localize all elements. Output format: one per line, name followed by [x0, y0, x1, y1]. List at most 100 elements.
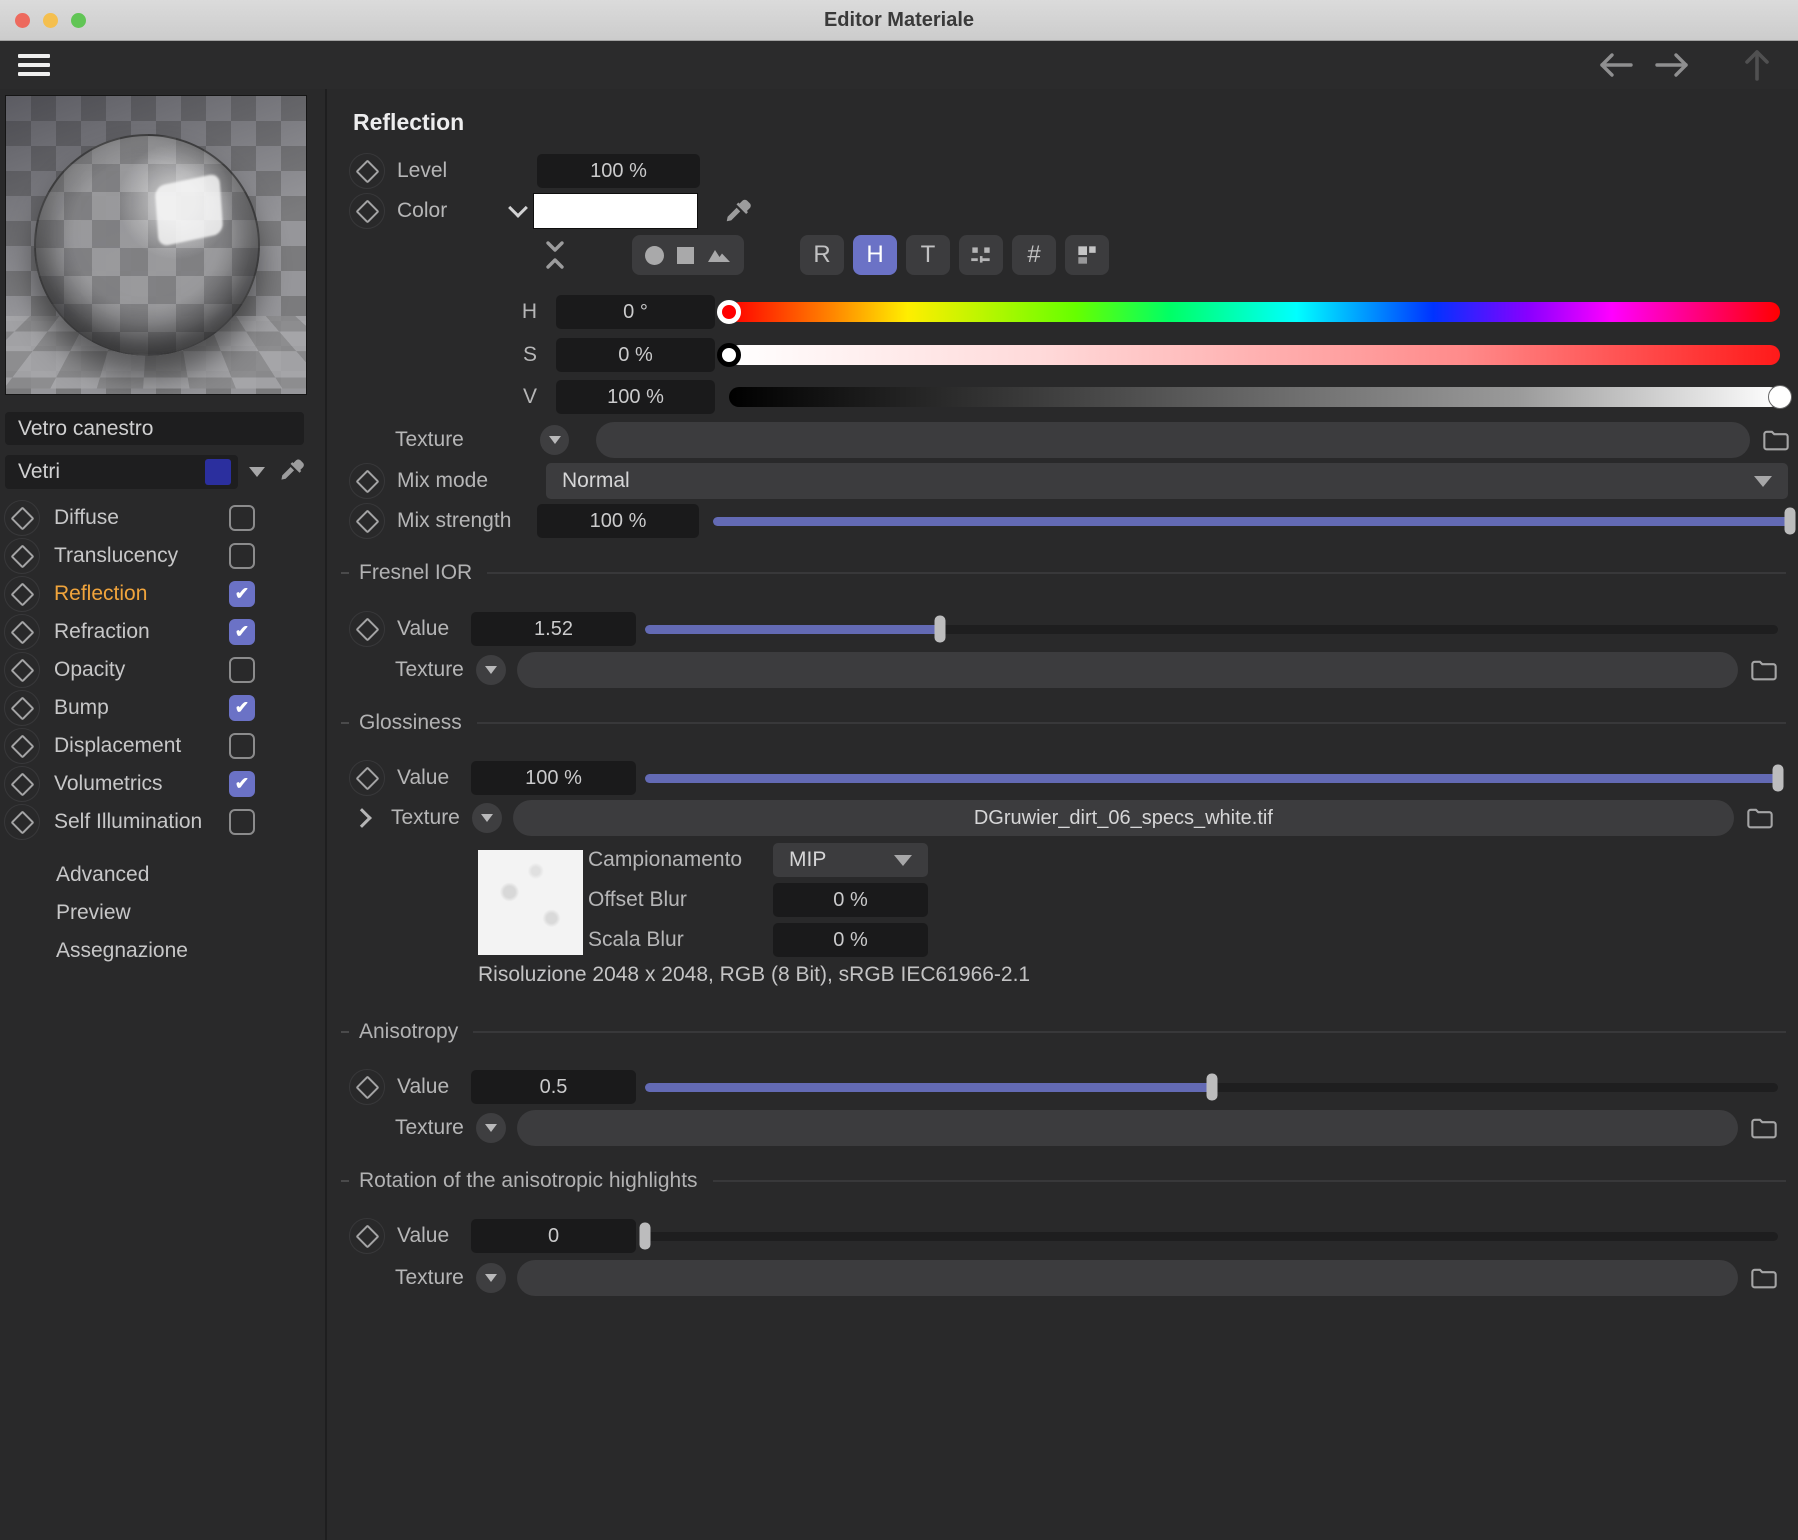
- channel-label[interactable]: Translucency: [54, 544, 229, 568]
- fresnel-slider-handle[interactable]: [934, 615, 946, 643]
- color-mode-button-r[interactable]: R: [800, 235, 844, 275]
- sidebar-channel-refraction[interactable]: Refraction ✔: [0, 613, 325, 651]
- channel-checkbox[interactable]: [229, 733, 255, 759]
- glossiness-texture-dropdown-button[interactable]: [471, 803, 502, 833]
- back-arrow-icon[interactable]: [1598, 51, 1634, 79]
- saturation-value-input[interactable]: 0 %: [556, 338, 715, 372]
- color-mode-button-hex[interactable]: #: [1012, 235, 1056, 275]
- value-brightness-input[interactable]: 100 %: [556, 380, 715, 414]
- channel-label[interactable]: Displacement: [54, 734, 229, 758]
- sidebar-channel-reflection[interactable]: Reflection ✔: [0, 575, 325, 613]
- glossiness-value-input[interactable]: 100 %: [471, 761, 636, 795]
- saturation-slider[interactable]: [717, 343, 1780, 367]
- rotation-slider-handle[interactable]: [639, 1222, 651, 1250]
- fresnel-value-slider[interactable]: [645, 615, 1778, 643]
- saturation-slider-handle[interactable]: [717, 343, 741, 367]
- zoom-window-button[interactable]: [71, 12, 86, 28]
- sidebar-channel-opacity[interactable]: Opacity: [0, 651, 325, 689]
- menu-icon[interactable]: [18, 54, 50, 76]
- anisotropy-value-slider[interactable]: [645, 1073, 1778, 1101]
- swatches-mode-button[interactable]: [1065, 235, 1109, 275]
- fresnel-value-input[interactable]: 1.52: [471, 612, 636, 646]
- color-circle-icon[interactable]: [645, 245, 664, 265]
- hue-slider-handle[interactable]: [717, 300, 741, 324]
- color-texture-path-field[interactable]: [596, 422, 1750, 458]
- channel-checkbox[interactable]: [229, 505, 255, 531]
- fresnel-value-diamond-icon[interactable]: [349, 611, 385, 647]
- channel-label[interactable]: Refraction: [54, 620, 229, 644]
- sidebar-item-preview[interactable]: Preview: [0, 894, 325, 932]
- forward-arrow-icon[interactable]: [1654, 51, 1690, 79]
- mix-strength-slider-handle[interactable]: [1784, 507, 1796, 535]
- level-param-diamond-icon[interactable]: [349, 153, 385, 189]
- mix-mode-dropdown[interactable]: Normal: [546, 463, 1788, 499]
- channel-checkbox[interactable]: ✔: [229, 581, 255, 607]
- channel-label[interactable]: Volumetrics: [54, 772, 229, 796]
- anisotropy-value-input[interactable]: 0.5: [471, 1070, 636, 1104]
- minimize-window-button[interactable]: [43, 12, 58, 28]
- value-brightness-slider[interactable]: [729, 385, 1792, 409]
- color-mode-button-t[interactable]: T: [906, 235, 950, 275]
- rotation-texture-path-field[interactable]: [516, 1260, 1738, 1296]
- value-brightness-slider-handle[interactable]: [1768, 385, 1792, 409]
- mix-strength-value-input[interactable]: 100 %: [536, 504, 700, 538]
- hue-value-input[interactable]: 0 °: [556, 295, 715, 329]
- color-eyedropper-icon[interactable]: [722, 196, 752, 226]
- anisotropy-texture-folder-icon[interactable]: [1750, 1116, 1778, 1140]
- color-swatch[interactable]: [533, 193, 698, 229]
- mix-strength-diamond-icon[interactable]: [349, 503, 385, 539]
- sidebar-channel-bump[interactable]: Bump ✔: [0, 689, 325, 727]
- channel-label[interactable]: Bump: [54, 696, 229, 720]
- anisotropy-texture-dropdown-button[interactable]: [475, 1113, 506, 1143]
- fresnel-texture-folder-icon[interactable]: [1750, 658, 1778, 682]
- rotation-value-input[interactable]: 0: [471, 1219, 636, 1253]
- color-texture-folder-icon[interactable]: [1762, 428, 1790, 452]
- eyedropper-icon[interactable]: [277, 456, 305, 489]
- channel-checkbox[interactable]: [229, 809, 255, 835]
- rotation-value-slider[interactable]: [639, 1222, 1778, 1250]
- channel-label[interactable]: Diffuse: [54, 506, 229, 530]
- hue-slider[interactable]: [717, 300, 1780, 324]
- fresnel-texture-path-field[interactable]: [516, 652, 1738, 688]
- rotation-value-diamond-icon[interactable]: [349, 1218, 385, 1254]
- channel-checkbox[interactable]: ✔: [229, 695, 255, 721]
- texture-thumbnail[interactable]: [478, 850, 583, 955]
- color-picker-mode-group[interactable]: [632, 235, 744, 275]
- sidebar-channel-diffuse[interactable]: Diffuse: [0, 499, 325, 537]
- color-image-icon[interactable]: [707, 247, 731, 263]
- glossiness-value-slider[interactable]: [645, 764, 1784, 792]
- channel-checkbox[interactable]: ✔: [229, 619, 255, 645]
- glossiness-texture-path-field[interactable]: DGruwier_dirt_06_specs_white.tif: [512, 800, 1734, 836]
- color-param-diamond-icon[interactable]: [349, 193, 385, 229]
- sidebar-channel-translucency[interactable]: Translucency: [0, 537, 325, 575]
- compress-icon[interactable]: [543, 239, 567, 271]
- offset-blur-input[interactable]: 0 %: [773, 883, 928, 917]
- mix-strength-slider[interactable]: [713, 507, 1796, 535]
- scale-blur-input[interactable]: 0 %: [773, 923, 928, 957]
- anisotropy-texture-path-field[interactable]: [516, 1110, 1738, 1146]
- channel-checkbox[interactable]: [229, 657, 255, 683]
- rotation-texture-dropdown-button[interactable]: [475, 1263, 506, 1293]
- glossiness-texture-expander-icon[interactable]: [352, 808, 372, 828]
- up-arrow-icon[interactable]: [1742, 49, 1772, 81]
- sidebar-channel-volumetrics[interactable]: Volumetrics ✔: [0, 765, 325, 803]
- rotation-texture-folder-icon[interactable]: [1750, 1266, 1778, 1290]
- channel-label[interactable]: Self Illumination: [54, 810, 229, 834]
- color-texture-dropdown-button[interactable]: [539, 425, 570, 455]
- layer-name-input[interactable]: Vetri: [5, 455, 238, 489]
- mix-mode-diamond-icon[interactable]: [349, 463, 385, 499]
- material-preview[interactable]: [5, 95, 307, 395]
- layer-color-swatch[interactable]: [205, 459, 231, 485]
- channel-checkbox[interactable]: [229, 543, 255, 569]
- sidebar-channel-displacement[interactable]: Displacement: [0, 727, 325, 765]
- color-mode-button-h[interactable]: H: [853, 235, 897, 275]
- glossiness-texture-folder-icon[interactable]: [1746, 806, 1774, 830]
- color-square-icon[interactable]: [677, 246, 694, 264]
- color-chevron-down-icon[interactable]: [508, 198, 528, 218]
- channel-checkbox[interactable]: ✔: [229, 771, 255, 797]
- mixer-mode-button[interactable]: [959, 235, 1003, 275]
- fresnel-texture-dropdown-button[interactable]: [475, 655, 506, 685]
- glossiness-value-diamond-icon[interactable]: [349, 760, 385, 796]
- sampling-dropdown[interactable]: MIP: [773, 843, 928, 877]
- glossiness-slider-handle[interactable]: [1772, 764, 1784, 792]
